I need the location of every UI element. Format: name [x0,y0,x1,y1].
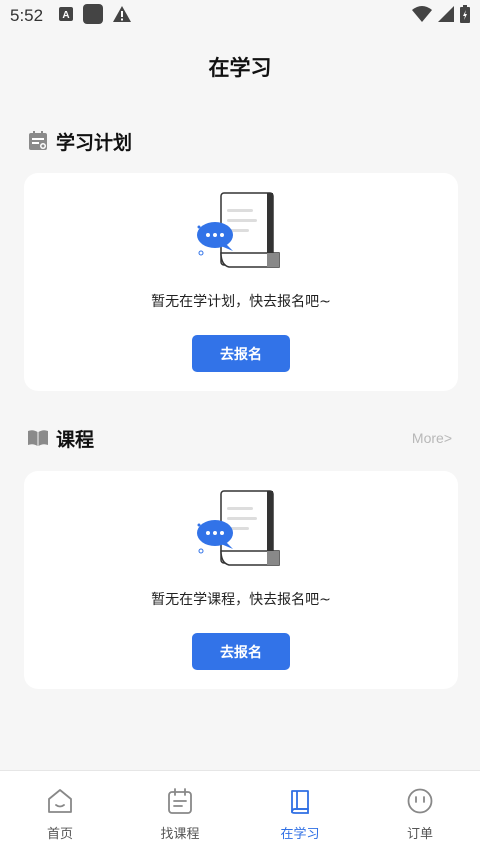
tab-find-course-label: 找课程 [160,827,200,842]
calendar-list-icon [28,131,48,151]
plan-enroll-button[interactable]: 去报名 [192,335,290,372]
tab-home[interactable]: 首页 [0,771,120,853]
book-icon [286,787,314,815]
plan-section-title: 学习计划 [56,131,133,154]
course-section-title: 课程 [56,428,95,451]
tab-home-label: 首页 [46,827,73,842]
empty-document-illustration [197,192,280,268]
course-enroll-button[interactable]: 去报名 [192,633,290,670]
plan-section-header: 学习计划 [28,127,452,155]
plan-empty-text: 暂无在学计划，快去报名吧~ [151,294,331,310]
tab-orders-label: 订单 [406,827,433,842]
wifi-icon [412,5,432,27]
course-section-header: 课程 More> [28,424,452,452]
course-empty-card: 暂无在学课程，快去报名吧~ 去报名 [24,471,458,689]
course-more-link[interactable]: More> [412,430,452,446]
plan-empty-card: 暂无在学计划，快去报名吧~ 去报名 [24,173,458,391]
open-book-icon [28,428,48,448]
notification-icons: A [59,3,132,29]
tab-orders[interactable]: 订单 [360,771,480,853]
bottom-tab-bar: 首页 找课程 在学习 订单 [0,770,480,853]
battery-icon [460,4,470,28]
warning-icon [113,5,132,27]
tab-studying[interactable]: 在学习 [240,771,360,853]
page-title: 在学习 [208,56,272,80]
home-icon [46,787,74,815]
status-bar: 5:52 A [0,0,480,32]
course-empty-text: 暂无在学课程，快去报名吧~ [151,592,331,608]
system-icons [412,4,470,28]
tab-find-course[interactable]: 找课程 [120,771,240,853]
app-square-icon [83,3,104,29]
calendar-icon [166,787,194,815]
smile-face-icon [406,787,434,815]
app-a-icon: A [59,6,74,26]
tab-studying-label: 在学习 [280,827,320,842]
status-time: 5:52 [10,6,44,25]
empty-document-illustration [197,490,280,566]
svg-text:A: A [62,10,69,21]
signal-icon [438,5,454,27]
